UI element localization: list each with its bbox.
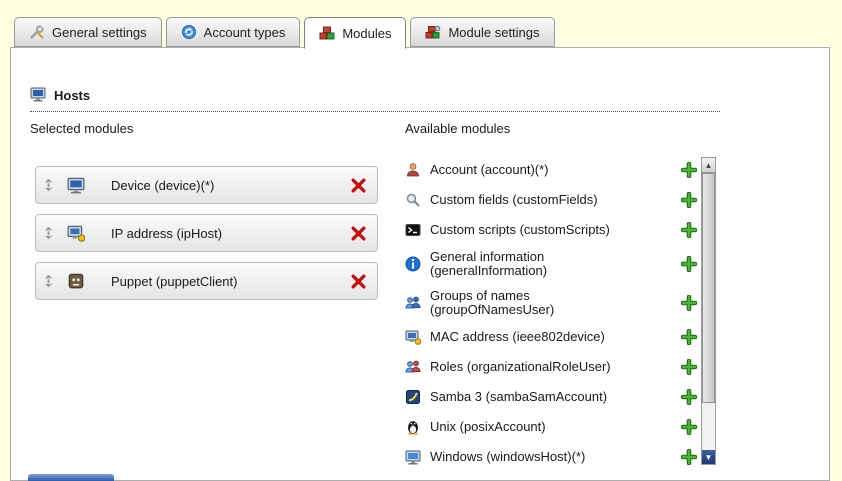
selected-module-label: Device (device)(*) bbox=[111, 178, 214, 193]
scroll-down-arrow-icon[interactable]: ▼ bbox=[702, 450, 715, 464]
available-module-row: Account (account)(*) bbox=[405, 160, 697, 180]
section-title: Hosts bbox=[54, 88, 90, 103]
tab-modules[interactable]: Modules bbox=[304, 17, 406, 49]
green-plus-icon[interactable] bbox=[681, 295, 697, 311]
green-plus-icon[interactable] bbox=[681, 419, 697, 435]
tab-account-types[interactable]: Account types bbox=[166, 17, 301, 47]
drag-handle-icon[interactable] bbox=[44, 226, 53, 240]
available-modules-list: Account (account)(*) Custom fields (cust… bbox=[405, 160, 697, 470]
available-module-label: Roles (organizationalRoleUser) bbox=[430, 360, 655, 374]
green-plus-icon[interactable] bbox=[681, 192, 697, 208]
tab-label: General settings bbox=[52, 25, 147, 40]
green-plus-icon[interactable] bbox=[681, 359, 697, 375]
red-x-icon[interactable] bbox=[350, 225, 367, 242]
roles-group-icon bbox=[405, 359, 421, 375]
network-computer-icon bbox=[405, 329, 421, 345]
green-plus-icon[interactable] bbox=[681, 329, 697, 345]
available-module-label: Windows (windowsHost)(*) bbox=[430, 450, 655, 464]
hosts-section-heading: Hosts bbox=[30, 86, 720, 112]
tab-general-settings[interactable]: General settings bbox=[14, 17, 162, 47]
available-module-row: MAC address (ieee802device) bbox=[405, 327, 697, 347]
available-module-label: MAC address (ieee802device) bbox=[430, 330, 655, 344]
drag-handle-icon[interactable] bbox=[44, 274, 53, 288]
available-module-row: Custom scripts (customScripts) bbox=[405, 220, 697, 240]
group-icon bbox=[405, 295, 421, 311]
selected-modules-heading: Selected modules bbox=[30, 121, 133, 136]
tab-label: Account types bbox=[204, 25, 286, 40]
refresh-gear-icon bbox=[181, 24, 197, 40]
selected-module-row[interactable]: IP address (ipHost) bbox=[35, 214, 378, 252]
green-plus-icon[interactable] bbox=[681, 449, 697, 465]
green-plus-icon[interactable] bbox=[681, 256, 697, 272]
magnifier-icon bbox=[405, 192, 421, 208]
terminal-icon bbox=[405, 222, 421, 238]
red-x-icon[interactable] bbox=[350, 177, 367, 194]
available-module-row: Windows (windowsHost)(*) bbox=[405, 447, 697, 467]
available-module-row: Roles (organizationalRoleUser) bbox=[405, 357, 697, 377]
available-module-row: Unix (posixAccount) bbox=[405, 417, 697, 437]
available-module-label: Unix (posixAccount) bbox=[430, 420, 655, 434]
selected-module-label: IP address (ipHost) bbox=[111, 226, 222, 241]
penguin-icon bbox=[405, 419, 421, 435]
available-module-row: General information (generalInformation) bbox=[405, 250, 697, 279]
bottom-partial-button[interactable] bbox=[28, 474, 114, 481]
person-icon bbox=[405, 162, 421, 178]
available-module-label: Groups of names (groupOfNamesUser) bbox=[430, 289, 655, 318]
tools-icon bbox=[29, 24, 45, 40]
device-monitor-icon bbox=[67, 176, 85, 194]
available-module-label: Samba 3 (sambaSamAccount) bbox=[430, 390, 655, 404]
blocks-settings-icon bbox=[425, 24, 441, 40]
info-icon bbox=[405, 256, 421, 272]
scroll-up-arrow-icon[interactable]: ▲ bbox=[702, 158, 715, 173]
blocks-icon bbox=[319, 25, 335, 41]
tab-module-settings[interactable]: Module settings bbox=[410, 17, 554, 47]
selected-module-label: Puppet (puppetClient) bbox=[111, 274, 237, 289]
windows-monitor-icon bbox=[405, 449, 421, 465]
samba-icon bbox=[405, 389, 421, 405]
red-x-icon[interactable] bbox=[350, 273, 367, 290]
green-plus-icon[interactable] bbox=[681, 162, 697, 178]
tab-label: Modules bbox=[342, 26, 391, 41]
drag-handle-icon[interactable] bbox=[44, 178, 53, 192]
available-module-label: Custom scripts (customScripts) bbox=[430, 223, 655, 237]
available-module-label: General information (generalInformation) bbox=[430, 250, 655, 279]
tab-bar: General settings Account types Modules bbox=[14, 17, 555, 48]
selected-module-row[interactable]: Puppet (puppetClient) bbox=[35, 262, 378, 300]
available-module-label: Account (account)(*) bbox=[430, 163, 655, 177]
module-config-page: General settings Account types Modules bbox=[0, 0, 842, 481]
available-module-row: Groups of names (groupOfNamesUser) bbox=[405, 289, 697, 318]
scrollbar-thumb[interactable] bbox=[702, 173, 715, 403]
available-modules-heading: Available modules bbox=[405, 121, 510, 136]
puppet-icon bbox=[67, 272, 85, 290]
selected-module-row[interactable]: Device (device)(*) bbox=[35, 166, 378, 204]
available-module-row: Custom fields (customFields) bbox=[405, 190, 697, 210]
available-modules-scrollbar[interactable]: ▲ ▼ bbox=[701, 157, 716, 465]
green-plus-icon[interactable] bbox=[681, 222, 697, 238]
green-plus-icon[interactable] bbox=[681, 389, 697, 405]
ip-host-icon bbox=[67, 224, 85, 242]
available-module-row: Samba 3 (sambaSamAccount) bbox=[405, 387, 697, 407]
monitor-icon bbox=[30, 86, 46, 105]
tab-label: Module settings bbox=[448, 25, 539, 40]
available-module-label: Custom fields (customFields) bbox=[430, 193, 655, 207]
